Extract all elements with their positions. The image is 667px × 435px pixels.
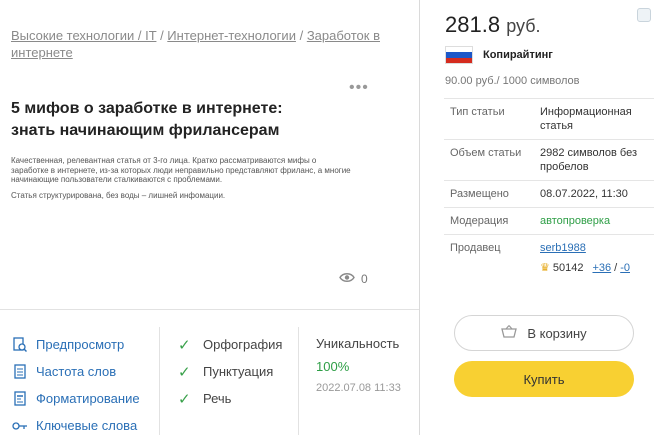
- property-key: Продавец: [450, 242, 501, 254]
- checkmark-icon: ✓: [178, 336, 191, 354]
- property-row: Размещено 08.07.2022, 11:30: [444, 181, 654, 208]
- tool-label: Ключевые слова: [36, 418, 138, 433]
- category-label: Копирайтинг: [483, 49, 553, 61]
- eye-icon: [339, 272, 355, 286]
- description-paragraph: Качественная, релевантная статья от 3-го…: [11, 156, 351, 184]
- cart-label: В корзину: [527, 325, 587, 341]
- property-row: Модерация автопроверка: [444, 208, 654, 235]
- checkmark-icon: ✓: [178, 363, 191, 381]
- property-row: Продавец serb1988 ♛ 50142 +36 / -0: [444, 235, 654, 281]
- uniqueness-date: 2022.07.08 11:33: [316, 382, 401, 394]
- check-spelling: ✓ Орфография: [178, 331, 282, 358]
- property-key: Тип статьи: [450, 106, 505, 118]
- article-panel: Высокие технологии / IT / Интернет-техно…: [0, 0, 419, 435]
- moderation-status: автопроверка: [540, 215, 611, 227]
- select-checkbox[interactable]: [637, 8, 651, 22]
- key-icon: [11, 417, 28, 434]
- tool-label: Форматирование: [36, 391, 140, 406]
- seller-stats: ♛ 50142 +36 / -0: [540, 261, 654, 275]
- preview-link[interactable]: Предпросмотр: [11, 331, 140, 358]
- reviews-separator: /: [614, 262, 618, 274]
- word-frequency-link[interactable]: Частота слов: [11, 358, 140, 385]
- breadcrumb-item-internet[interactable]: Интернет-технологии: [167, 28, 296, 43]
- checks-list: ✓ Орфография ✓ Пунктуация ✓ Речь: [178, 331, 282, 412]
- preview-icon: [11, 336, 28, 353]
- price-currency: руб.: [506, 16, 541, 36]
- properties-table: Тип статьи Информационная статья Объем с…: [444, 98, 654, 281]
- format-icon: [11, 390, 28, 407]
- property-value: 08.07.2022, 11:30: [540, 188, 628, 200]
- keywords-link[interactable]: Ключевые слова: [11, 412, 140, 435]
- seller-link[interactable]: serb1988: [540, 242, 586, 254]
- breadcrumb: Высокие технологии / IT / Интернет-техно…: [11, 27, 381, 61]
- seller-info: serb1988 ♛ 50142 +36 / -0: [540, 241, 654, 275]
- uniqueness-label: Уникальность: [316, 336, 400, 351]
- article-description: Качественная, релевантная статья от 3-го…: [11, 156, 351, 206]
- property-row: Тип статьи Информационная статья: [444, 99, 654, 140]
- check-label: Орфография: [203, 337, 283, 352]
- more-options-icon[interactable]: •••: [349, 80, 369, 96]
- check-speech: ✓ Речь: [178, 385, 282, 412]
- checkmark-icon: ✓: [178, 390, 191, 408]
- check-label: Пунктуация: [203, 364, 274, 379]
- views-counter: 0: [339, 272, 368, 286]
- offer-panel: 281.8 руб. Копирайтинг 90.00 руб./ 1000 …: [420, 0, 667, 435]
- uniqueness-block: Уникальность 100% 2022.07.08 11:33: [316, 336, 401, 394]
- document-icon: [11, 363, 28, 380]
- crown-icon: ♛: [540, 262, 550, 274]
- negative-reviews-link[interactable]: -0: [620, 261, 630, 275]
- breadcrumb-separator: /: [299, 28, 307, 43]
- price-rate: 90.00 руб./ 1000 символов: [445, 75, 580, 87]
- positive-reviews-link[interactable]: +36: [592, 261, 611, 275]
- seller-rating: 50142: [552, 262, 584, 274]
- divider: [159, 327, 160, 435]
- divider: [0, 309, 419, 310]
- divider: [298, 327, 299, 435]
- category: Копирайтинг: [445, 46, 553, 64]
- check-label: Речь: [203, 391, 232, 406]
- property-key: Размещено: [450, 188, 509, 200]
- check-punctuation: ✓ Пунктуация: [178, 358, 282, 385]
- description-paragraph: Статья структурирована, без воды – лишне…: [11, 190, 226, 200]
- views-count: 0: [361, 272, 368, 286]
- breadcrumb-item-it[interactable]: Высокие технологии / IT: [11, 28, 156, 43]
- buy-button[interactable]: Купить: [454, 361, 634, 397]
- formatting-link[interactable]: Форматирование: [11, 385, 140, 412]
- property-key: Модерация: [450, 215, 509, 227]
- price-value: 281.8: [445, 12, 501, 37]
- russia-flag-icon: [445, 46, 473, 64]
- tool-label: Предпросмотр: [36, 337, 125, 352]
- property-row: Объем статьи 2982 символов без пробелов: [444, 140, 654, 181]
- basket-icon: [501, 325, 518, 341]
- article-title[interactable]: 5 мифов о заработке в интернете: знать н…: [11, 98, 311, 142]
- property-value: 2982 символов без пробелов: [540, 147, 637, 173]
- uniqueness-value: 100%: [316, 359, 350, 374]
- tools-list: Предпросмотр Частота слов Форматирование…: [11, 331, 140, 435]
- property-key: Объем статьи: [450, 147, 522, 159]
- price: 281.8 руб.: [445, 12, 541, 38]
- add-to-cart-button[interactable]: В корзину: [454, 315, 634, 351]
- property-value: Информационная статья: [540, 106, 632, 132]
- tool-label: Частота слов: [36, 364, 117, 379]
